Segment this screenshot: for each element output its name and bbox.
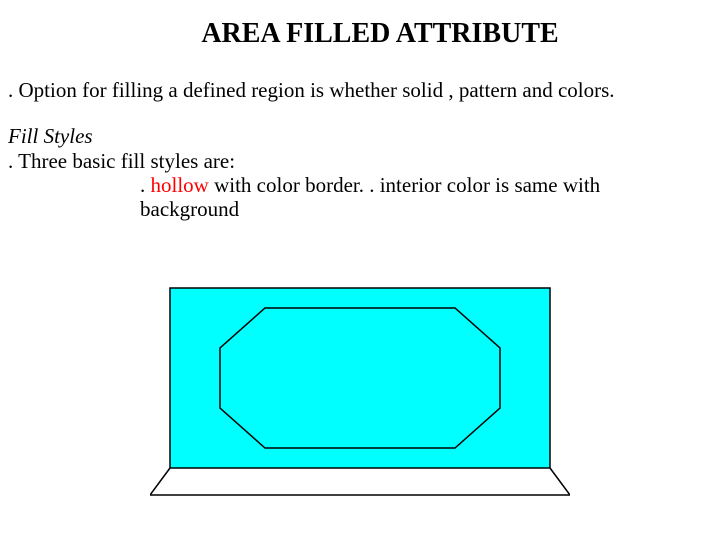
hollow-keyword: hollow [151, 173, 209, 197]
hollow-style-description: . hollow with color border. . interior c… [0, 173, 720, 221]
page-title: AREA FILLED ATTRIBUTE [0, 0, 720, 50]
bullet-rest-a: with color border. . interior color is s… [209, 173, 600, 197]
stand-left-line [150, 468, 170, 495]
fill-styles-intro-line: . Three basic fill styles are: [0, 149, 720, 173]
background-rect [170, 288, 550, 468]
intro-text: . Option for filling a defined region is… [0, 78, 720, 102]
bullet-rest-b: background [140, 197, 239, 221]
bullet-prefix: . [140, 173, 151, 197]
fill-styles-heading: Fill Styles [0, 124, 720, 149]
hollow-fill-figure [150, 285, 570, 510]
slide-page: AREA FILLED ATTRIBUTE . Option for filli… [0, 0, 720, 540]
stand-right-line [550, 468, 570, 495]
